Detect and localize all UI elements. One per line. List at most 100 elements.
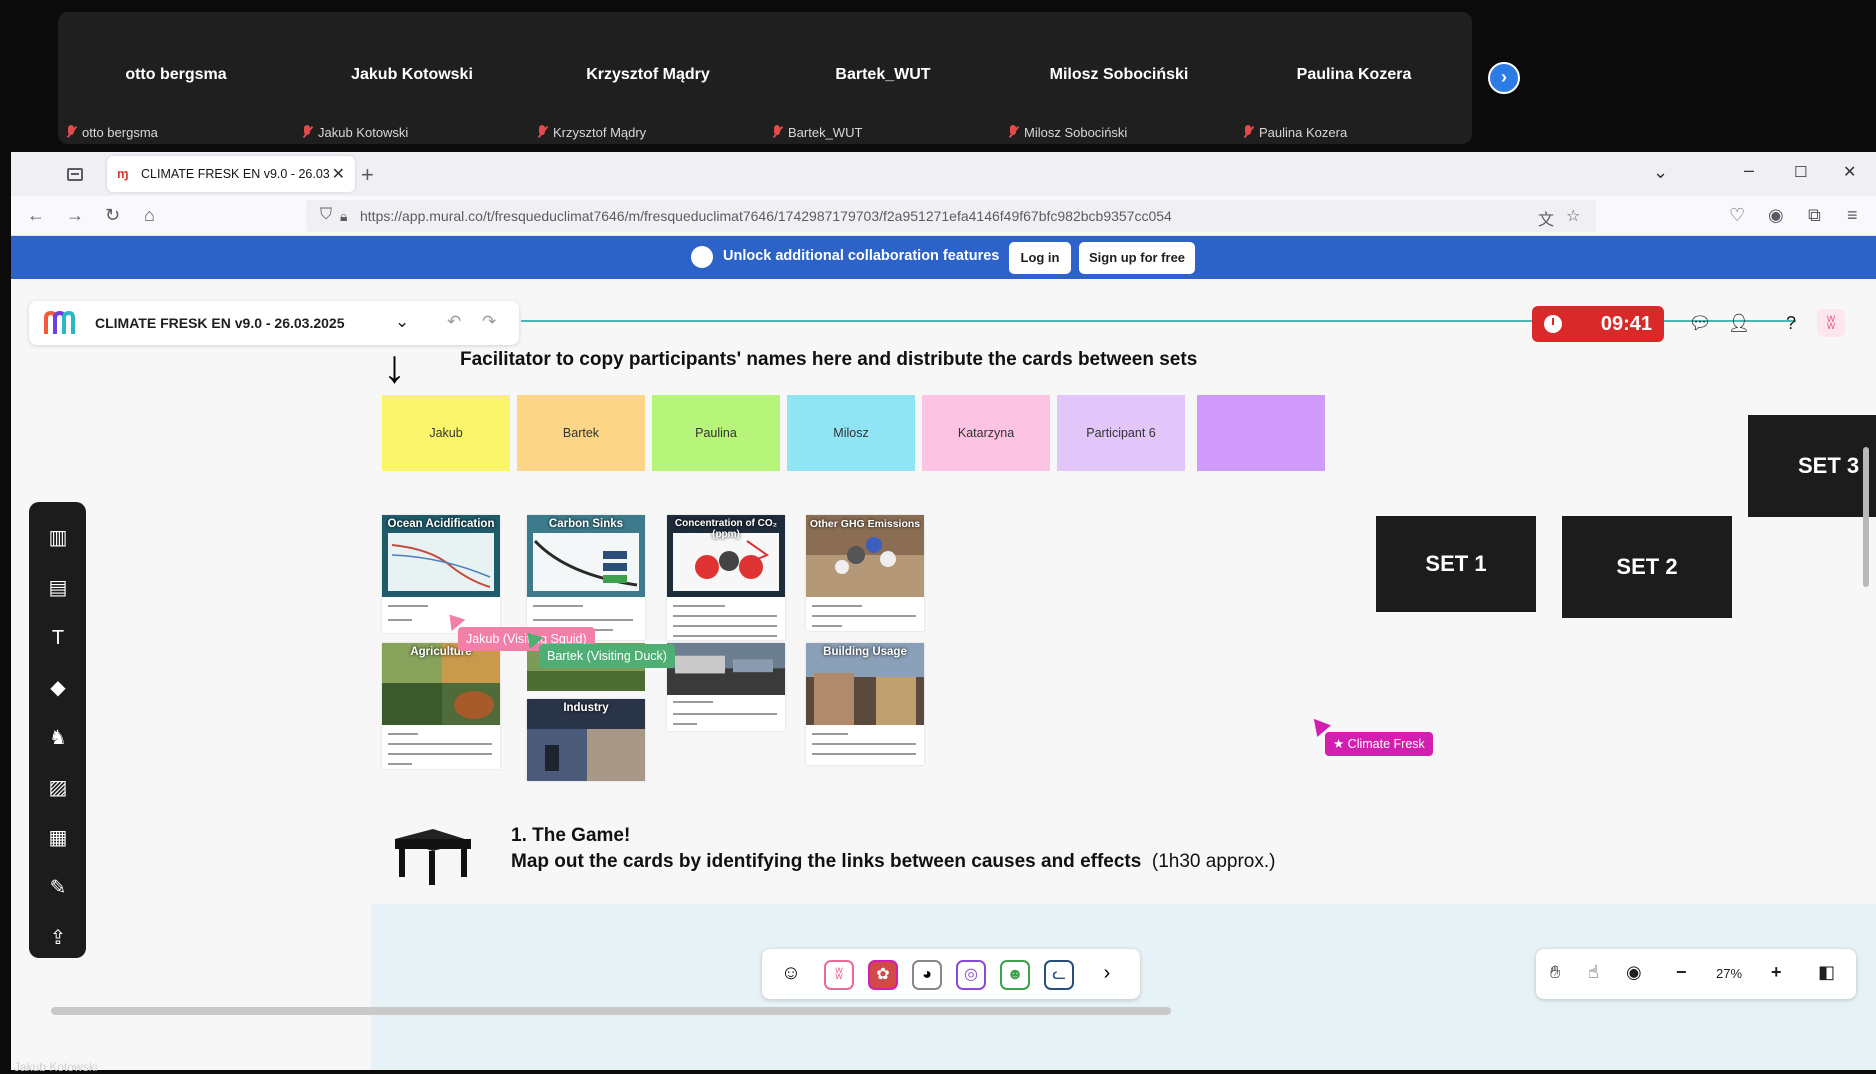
zoom-out-icon[interactable]: −: [1676, 962, 1687, 983]
climate-avatar-icon[interactable]: ✿: [868, 960, 898, 990]
new-tab-icon[interactable]: +: [361, 162, 374, 188]
card-building-usage[interactable]: Building Usage: [806, 643, 924, 765]
cursor-label: Bartek (Visiting Duck): [539, 644, 675, 668]
login-button[interactable]: Log in: [1009, 242, 1071, 274]
chat-icon[interactable]: 💬︎: [1686, 309, 1714, 337]
pocket-icon[interactable]: ♡: [1729, 205, 1745, 226]
signup-button[interactable]: Sign up for free: [1079, 242, 1195, 274]
card-concentration-co2[interactable]: Concentration of CO₂ (ppm): [667, 515, 785, 640]
shield-icon[interactable]: ⛉: [320, 206, 332, 224]
cat-avatar-icon[interactable]: ᓚ: [1044, 960, 1074, 990]
game-title[interactable]: 1. The Game!: [511, 825, 630, 847]
card-agriculture[interactable]: Agriculture: [382, 643, 500, 769]
card-text-line: [673, 701, 713, 703]
icons-library-icon[interactable]: ♞: [46, 726, 70, 750]
sticky-note[interactable]: Milosz: [787, 395, 915, 471]
card-industry[interactable]: Industry: [527, 699, 645, 781]
mural-canvas[interactable]: CLIMATE FRESK EN v9.0 - 26.03.2025 ⌄ ↶ ↷…: [11, 279, 1876, 1070]
focus-icon[interactable]: ◉: [1626, 962, 1642, 983]
zoom-in-icon[interactable]: +: [1771, 962, 1782, 983]
sticky-note[interactable]: Paulina: [652, 395, 780, 471]
shapes-icon[interactable]: ◆: [46, 676, 70, 700]
game-description[interactable]: Map out the cards by identifying the lin…: [511, 851, 1275, 873]
sticky-note[interactable]: Jakub: [382, 395, 510, 471]
facilitator-instruction[interactable]: Facilitator to copy participants' names …: [460, 349, 1197, 371]
participant-label: Milosz Sobociński: [1008, 124, 1127, 140]
menu-icon[interactable]: ≡: [1847, 205, 1858, 226]
image-icon[interactable]: ▨: [46, 776, 70, 800]
card-text-line: [673, 635, 777, 637]
avatar[interactable]: ʬ: [1817, 309, 1845, 337]
upload-icon[interactable]: ⇪: [46, 926, 70, 950]
maximize-icon[interactable]: ☐: [1794, 163, 1807, 181]
sticky-note[interactable]: Participant 6: [1057, 395, 1185, 471]
rabbit-avatar-icon[interactable]: ʬ: [824, 960, 854, 990]
card-text-line: [673, 615, 777, 617]
horizontal-scrollbar[interactable]: [51, 1007, 1171, 1015]
redo-icon[interactable]: ↷: [482, 312, 496, 332]
active-tab[interactable]: ɱ CLIMATE FRESK EN v9.0 - 26.03 ✕: [107, 156, 355, 192]
lock-icon[interactable]: 🔒︎: [340, 208, 347, 225]
url-text[interactable]: https://app.mural.co/t/fresqueduclimat76…: [360, 208, 1172, 224]
forward-icon[interactable]: →: [66, 205, 84, 226]
set-2-box[interactable]: SET 2: [1562, 516, 1732, 618]
sticky-note[interactable]: [1197, 395, 1325, 471]
card-ocean-acidification[interactable]: Ocean Acidification: [382, 515, 500, 633]
set-1-box[interactable]: SET 1: [1376, 516, 1536, 612]
sticky-note[interactable]: Katarzyna: [922, 395, 1050, 471]
chevron-down-icon[interactable]: ⌄: [1653, 162, 1668, 183]
card-carbon-sinks[interactable]: Carbon Sinks: [527, 515, 645, 640]
account-icon[interactable]: ◉: [1768, 205, 1784, 226]
undo-icon[interactable]: ↶: [447, 312, 461, 332]
chevron-right-icon[interactable]: ›: [1488, 62, 1520, 94]
set-3-box[interactable]: SET 3: [1748, 415, 1876, 517]
card-image: [667, 643, 785, 695]
vertical-scrollbar[interactable]: [1863, 447, 1869, 587]
sticky-note[interactable]: Bartek: [517, 395, 645, 471]
participant-label-text: Bartek_WUT: [788, 124, 863, 140]
text-icon[interactable]: T: [46, 626, 70, 650]
mural-logo-icon[interactable]: [43, 310, 79, 336]
extensions-icon[interactable]: ⧉: [1808, 205, 1821, 226]
user-icon[interactable]: 👤︎: [1725, 309, 1753, 337]
mural-title[interactable]: CLIMATE FRESK EN v9.0 - 26.03.2025: [95, 315, 345, 331]
participant-label-text: otto bergsma: [82, 124, 158, 140]
zoom-level[interactable]: 27%: [1716, 966, 1742, 981]
owl-avatar-icon[interactable]: ◎: [956, 960, 986, 990]
templates-icon[interactable]: ▥: [46, 526, 70, 550]
chevron-right-icon[interactable]: ›: [1092, 960, 1122, 990]
panda-avatar-icon[interactable]: ◕: [912, 960, 942, 990]
hand-icon[interactable]: ✋︎: [1550, 962, 1560, 983]
participant-label: Paulina Kozera: [1243, 124, 1347, 140]
gesture-icon[interactable]: ☝︎: [1588, 962, 1599, 983]
timer[interactable]: 09:41: [1532, 306, 1664, 342]
speaker-name: Jakub Kotowski: [14, 1060, 98, 1074]
tab-bar: ɱ CLIMATE FRESK EN v9.0 - 26.03 ✕ + ⌄ – …: [11, 152, 1876, 196]
sticky-note-icon[interactable]: ▤: [46, 576, 70, 600]
address-bar[interactable]: ⛉ 🔒︎ https://app.mural.co/t/fresqueducli…: [306, 200, 1596, 232]
table-tool-icon[interactable]: ▦: [46, 826, 70, 850]
card-text-line: [812, 625, 842, 627]
monkey-avatar-icon[interactable]: ☻: [1000, 960, 1030, 990]
card-title: Concentration of CO₂ (ppm): [674, 518, 778, 540]
reload-icon[interactable]: ↻: [105, 205, 120, 226]
card-transportation[interactable]: [667, 643, 785, 731]
pen-icon[interactable]: ✎: [46, 876, 70, 900]
close-window-icon[interactable]: ✕: [1843, 162, 1856, 182]
emoji-icon[interactable]: ☺: [776, 960, 806, 990]
back-icon[interactable]: ←: [27, 205, 45, 226]
card-other-ghg-emissions[interactable]: Other GHG Emissions: [806, 515, 924, 631]
help-icon[interactable]: ?: [1777, 309, 1805, 337]
chevron-down-icon[interactable]: ⌄: [395, 312, 409, 332]
close-icon[interactable]: ✕: [332, 164, 345, 184]
card-text-line: [388, 733, 418, 735]
minimize-icon[interactable]: –: [1744, 160, 1754, 181]
minimap-icon[interactable]: ◧: [1818, 962, 1835, 983]
card-title: Carbon Sinks: [548, 518, 624, 530]
tab-list-icon[interactable]: [67, 168, 83, 181]
translate-icon[interactable]: 文: [1538, 206, 1554, 230]
home-icon[interactable]: ⌂: [144, 205, 155, 226]
participant-tile-name: Milosz Sobociński: [1049, 66, 1189, 83]
participant-label-text: Paulina Kozera: [1259, 124, 1348, 140]
bookmark-star-icon[interactable]: ☆: [1566, 206, 1580, 226]
